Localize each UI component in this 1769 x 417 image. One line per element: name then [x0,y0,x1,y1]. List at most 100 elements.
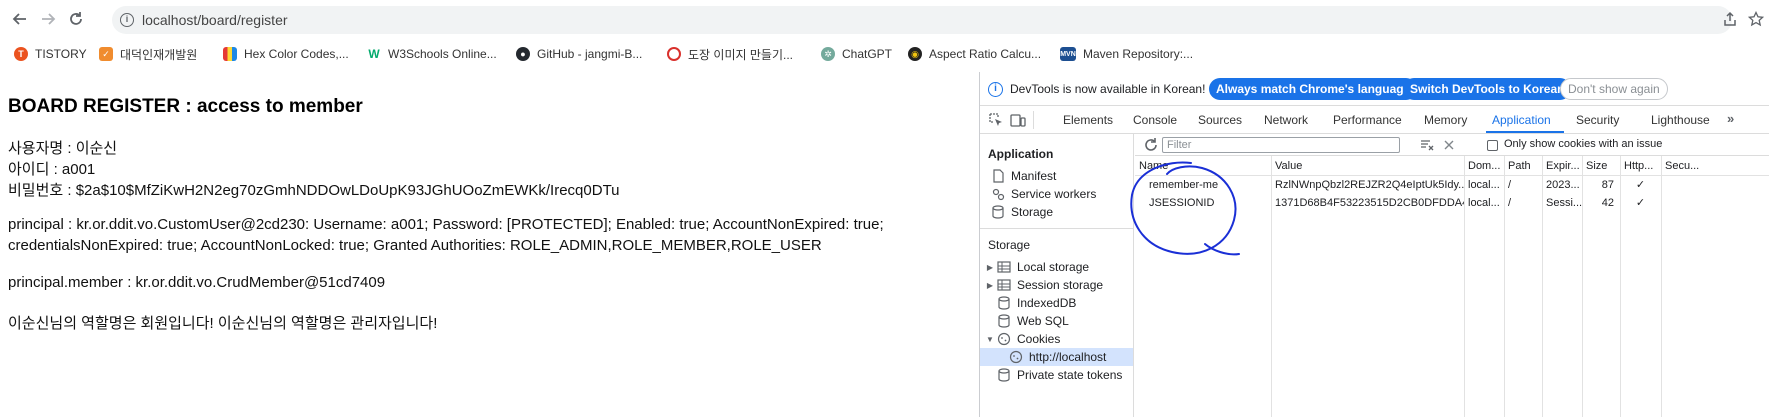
column-header-value[interactable]: Value [1271,156,1464,176]
back-arrow-icon [12,13,26,25]
bookmark-item[interactable]: ● GitHub - jangmi-B... [516,45,642,63]
bookmark-item[interactable]: ✲ ChatGPT [821,45,892,63]
forward-button[interactable] [36,8,60,30]
userid-text: 아이디 : a001 [8,161,96,178]
database-icon [998,368,1010,382]
cookie-value: RzlNWnpQbzl2REJZR2Q4eIptUk5Idy... [1275,179,1464,191]
sidebar-item-local-storage[interactable]: ▶ Local storage [980,258,1133,276]
dont-show-again-button[interactable]: Don't show again [1560,78,1668,100]
delete-selected-icon[interactable] [1443,139,1455,151]
table-row[interactable]: remember-me RzlNWnpQbzl2REJZR2Q4eIptUk5I… [1135,176,1769,194]
bookmark-item[interactable]: MVN Maven Repository:... [1060,45,1193,63]
bookmark-item[interactable]: 도장 이미지 만들기... [667,45,793,63]
sidebar-item-label: Local storage [1017,260,1090,274]
bookmark-label: 도장 이미지 만들기... [688,47,793,62]
tab-sources[interactable]: Sources [1198,113,1242,127]
cookie-path: / [1508,197,1512,209]
bookmark-item[interactable]: T TISTORY [14,45,87,63]
bookmark-item[interactable]: ◉ Aspect Ratio Calcu... [908,45,1041,63]
sidebar-item-cookies[interactable]: ▼ Cookies [980,330,1133,348]
database-icon [992,205,1004,219]
table-row[interactable]: JSESSIONID 1371D68B4F53223515D2CB0DFDDA4… [1135,194,1769,212]
sidebar-item-web-sql[interactable]: Web SQL [980,312,1133,330]
clear-all-icon[interactable] [1420,138,1434,152]
only-issues-checkbox[interactable] [1487,140,1498,151]
devtools-language-banner: i DevTools is now available in Korean! A… [980,72,1769,106]
tab-application[interactable]: Application [1492,113,1551,127]
file-icon [993,169,1004,183]
expand-arrow-icon[interactable]: ▶ [985,281,995,290]
tab-elements[interactable]: Elements [1063,113,1113,127]
address-bar[interactable]: i localhost/board/register [112,6,1732,34]
column-header-httponly[interactable]: Http... [1620,156,1661,176]
sidebar-item-label: IndexedDB [1017,296,1077,310]
sidebar-item-label: Cookies [1017,332,1061,346]
sidebar-item-label: Private state tokens [1017,368,1123,382]
more-tabs-chevron-icon[interactable]: » [1727,111,1734,126]
bookmark-label: W3Schools Online... [388,47,497,61]
principal-text-line2: credentialsNonExpired: true; AccountNonL… [8,237,822,254]
sidebar-item-indexeddb[interactable]: IndexedDB [980,294,1133,312]
column-header-size[interactable]: Size [1582,156,1620,176]
sidebar-item-label: Session storage [1017,278,1104,292]
inspect-element-icon[interactable] [988,112,1004,128]
tab-memory[interactable]: Memory [1424,113,1467,127]
tab-network[interactable]: Network [1264,113,1308,127]
sidebar-item-label: Manifest [1011,169,1057,183]
bookmark-label: Aspect Ratio Calcu... [929,47,1042,61]
devtools-tab-bar: Elements Console Sources Network Perform… [980,106,1769,134]
cookie-httponly: ✓ [1635,197,1646,209]
sidebar-item-localhost-cookies[interactable]: http://localhost [980,348,1133,366]
bookmark-label: ChatGPT [842,47,893,61]
cookie-size: 42 [1601,197,1614,209]
reload-button[interactable] [64,8,88,30]
info-icon: i [988,82,1003,97]
switch-korean-button[interactable]: Switch DevTools to Korean [1403,78,1572,100]
chatgpt-icon: ✲ [821,47,835,61]
table-grid-icon [997,261,1011,273]
share-icon[interactable] [1722,11,1738,27]
expand-arrow-icon[interactable]: ▶ [985,263,995,272]
cookie-filter-input[interactable] [1162,137,1400,153]
column-header-secure[interactable]: Secu... [1661,156,1769,176]
tab-security[interactable]: Security [1576,113,1619,127]
github-icon: ● [516,47,530,61]
site-info-icon[interactable]: i [120,13,134,27]
refresh-icon[interactable] [1143,137,1159,153]
role-text: 이순신님의 역할명은 회원입니다! 이순신님의 역할명은 관리자입니다! [8,315,438,332]
sidebar-item-label: Storage [1011,205,1054,219]
bookmark-item[interactable]: Hex Color Codes,... [223,45,349,63]
tab-divider [1033,111,1034,129]
column-header-path[interactable]: Path [1504,156,1542,176]
match-language-button[interactable]: Always match Chrome's language [1209,78,1418,100]
tab-performance[interactable]: Performance [1333,113,1402,127]
tistory-icon: T [14,47,28,61]
bookmark-star-icon[interactable] [1748,11,1764,27]
bookmark-item[interactable]: ✓ 대덕인재개발원 [99,45,197,63]
database-icon [998,296,1010,310]
column-header-name[interactable]: Name [1135,156,1271,176]
column-header-expires[interactable]: Expir... [1542,156,1582,176]
cookie-icon [997,332,1011,346]
maven-icon: MVN [1060,47,1076,61]
principal-text-line1: principal : kr.or.ddit.vo.CustomUser@2cd… [8,216,884,233]
page-content: BOARD REGISTER : access to member 사용자명 :… [0,72,978,417]
tab-console[interactable]: Console [1133,113,1177,127]
bookmark-item[interactable]: W W3Schools Online... [367,45,497,63]
device-toolbar-icon[interactable] [1010,112,1026,128]
cookie-name: JSESSIONID [1149,197,1215,209]
sidebar-item-session-storage[interactable]: ▶ Session storage [980,276,1133,294]
username-text: 사용자명 : 이순신 [8,140,118,157]
column-header-domain[interactable]: Dom... [1464,156,1504,176]
bookmark-label: 대덕인재개발원 [120,47,198,62]
page-title: BOARD REGISTER : access to member [8,96,363,117]
sidebar-item-manifest[interactable]: Manifest [980,167,1133,185]
sidebar-item-storage[interactable]: Storage [980,203,1133,221]
url-text[interactable]: localhost/board/register [142,12,288,28]
tab-lighthouse[interactable]: Lighthouse [1651,113,1710,127]
back-button[interactable] [8,8,32,30]
sidebar-item-service-workers[interactable]: Service workers [980,185,1133,203]
collapse-arrow-icon[interactable]: ▼ [985,335,995,344]
sidebar-item-label: Web SQL [1017,314,1069,328]
sidebar-item-private-state-tokens[interactable]: Private state tokens [980,366,1133,384]
